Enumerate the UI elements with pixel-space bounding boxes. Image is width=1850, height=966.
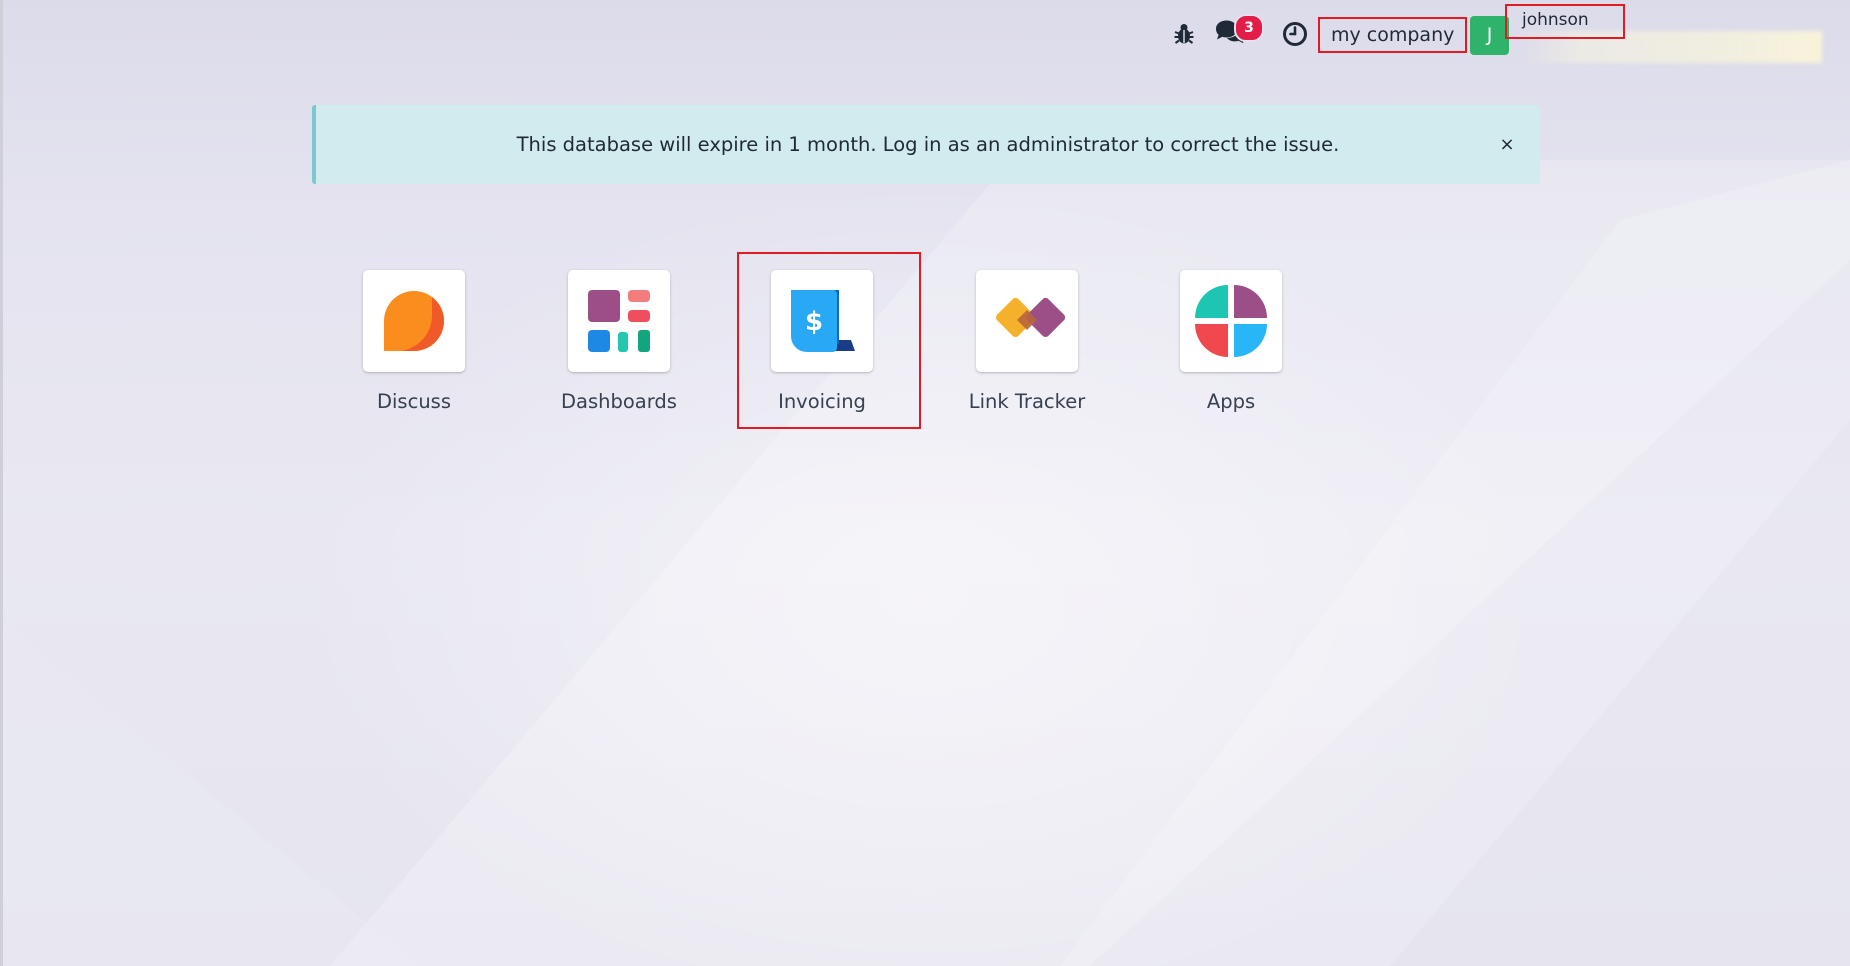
discuss-icon <box>384 291 444 351</box>
app-tile[interactable]: $ <box>771 270 873 372</box>
messages-badge: 3 <box>1234 14 1264 42</box>
user-name[interactable]: johnson <box>1505 4 1625 39</box>
window-edge <box>0 0 3 966</box>
apps-icon <box>1195 285 1267 357</box>
app-label: Apps <box>1206 390 1256 413</box>
alert-message: This database will expire in 1 month. Lo… <box>516 133 1340 156</box>
app-tile[interactable] <box>363 270 465 372</box>
app-invoicing[interactable]: $ Invoicing <box>742 270 902 430</box>
company-switcher[interactable]: my company <box>1318 17 1468 53</box>
app-dashboards[interactable]: Dashboards <box>539 270 699 430</box>
app-label: Invoicing <box>778 390 866 413</box>
invoicing-icon: $ <box>791 290 855 352</box>
user-avatar[interactable]: J <box>1470 16 1509 55</box>
app-discuss[interactable]: Discuss <box>334 270 494 430</box>
link-tracker-icon <box>995 297 1065 338</box>
top-navbar: 3 my company J johnson <box>0 0 1850 68</box>
app-label: Dashboards <box>561 390 677 413</box>
app-apps[interactable]: Apps <box>1151 270 1311 430</box>
dashboards-icon <box>588 290 650 352</box>
expiration-alert: This database will expire in 1 month. Lo… <box>312 105 1540 184</box>
app-label: Link Tracker <box>968 390 1086 413</box>
close-icon[interactable]: × <box>1492 104 1522 155</box>
app-tile[interactable] <box>1180 270 1282 372</box>
app-tile[interactable] <box>568 270 670 372</box>
app-tile[interactable] <box>976 270 1078 372</box>
clock-icon[interactable] <box>1281 20 1309 48</box>
app-label: Discuss <box>377 390 451 413</box>
bug-icon[interactable] <box>1171 21 1197 47</box>
svg-text:$: $ <box>805 307 823 337</box>
app-link-tracker[interactable]: Link Tracker <box>947 270 1107 430</box>
